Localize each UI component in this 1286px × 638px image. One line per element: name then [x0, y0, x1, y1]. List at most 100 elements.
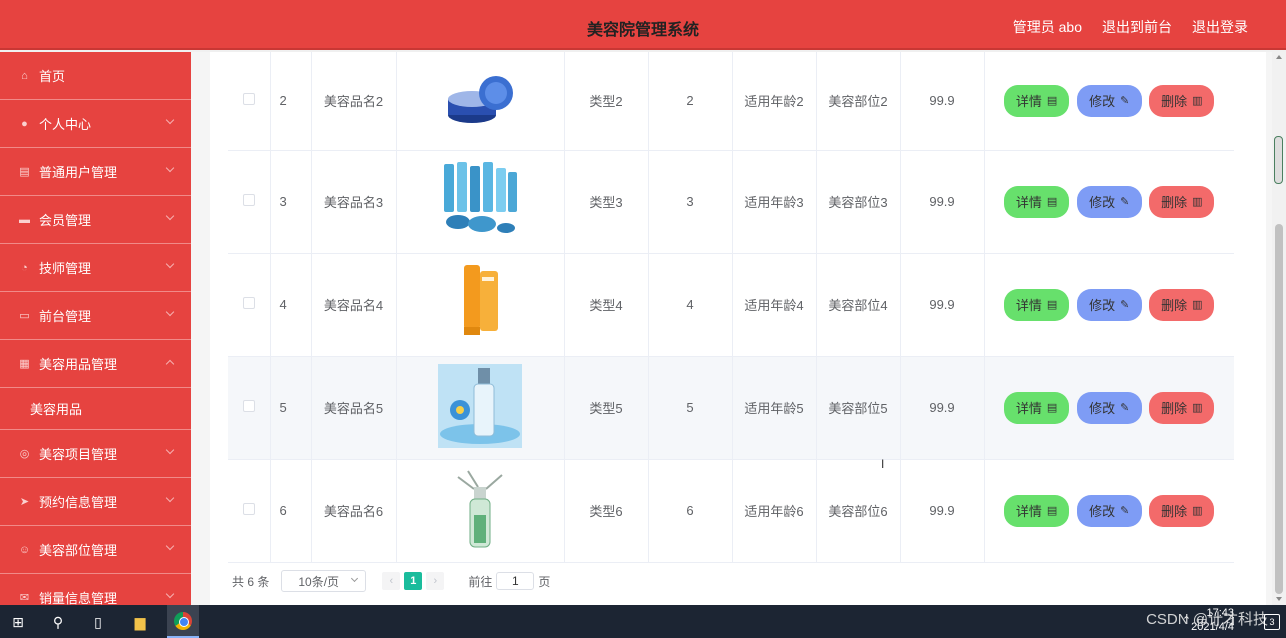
detail-button[interactable]: 详情 ▤ — [1004, 288, 1070, 321]
page-suffix: 页 — [538, 574, 551, 589]
chevron-down-icon — [165, 115, 175, 125]
clipboard-icon: ▤ — [19, 166, 30, 178]
cell-quantity: 5 — [648, 356, 733, 460]
sidebar-subitem-beauty-products[interactable]: 美容用品 — [0, 388, 191, 430]
sidebar-item-label: 美容部位管理 — [39, 543, 118, 558]
document-icon: ▤ — [1046, 299, 1058, 311]
cell-quantity: 3 — [648, 150, 733, 254]
table-row: 2 美容品名2 类型2 2 适用年龄2 美容部位2 99.9 详情 ▤ 修改 ✎… — [228, 52, 1234, 151]
row-checkbox[interactable] — [242, 400, 255, 412]
cell-id: 6 — [270, 459, 312, 563]
cell-id: 4 — [270, 253, 312, 357]
edit-button[interactable]: 修改 ✎ — [1076, 288, 1142, 321]
row-checkbox[interactable] — [242, 93, 255, 106]
product-image-tube — [438, 261, 522, 345]
detail-button[interactable]: 详情 ▤ — [1004, 84, 1070, 117]
sidebar-item-user-management[interactable]: ▤ 普通用户管理 — [0, 148, 191, 196]
cell-age: 适用年龄5 — [732, 356, 817, 460]
page-number-current[interactable]: 1 — [404, 572, 423, 590]
edit-button[interactable]: 修改 ✎ — [1076, 185, 1142, 218]
sidebar: ⌂ 首页 ● 个人中心 ▤ 普通用户管理 ▬ 会员管理 ◔ 技师管理 ▭ 前台管… — [0, 52, 191, 605]
os-taskbar: ⊞ ⚲ ▯ ▆ ⌃ ▭ ▯ ◁ 17:43 2021/4/4 CSDN @计才科… — [0, 605, 1286, 638]
task-view-icon[interactable]: ▯ — [88, 612, 108, 632]
pager-total: 共 6 条 — [232, 574, 270, 589]
detail-button[interactable]: 详情 ▤ — [1004, 391, 1070, 424]
edit-button[interactable]: 修改 ✎ — [1076, 84, 1142, 117]
product-image-serum — [438, 364, 522, 448]
scroll-up-icon[interactable] — [1276, 55, 1282, 59]
row-checkbox[interactable] — [242, 297, 255, 309]
edit-button[interactable]: 修改 ✎ — [1076, 391, 1142, 424]
home-icon: ⌂ — [21, 69, 28, 82]
scroll-grip — [1274, 136, 1283, 184]
product-image-set — [438, 158, 522, 242]
delete-button[interactable]: 删除 ▥ — [1149, 288, 1215, 321]
sidebar-subitem-label: 美容用品 — [30, 402, 83, 417]
detail-button[interactable]: 详情 ▤ — [1004, 185, 1070, 218]
cell-id: 3 — [270, 150, 312, 254]
prev-page-button[interactable]: ‹ — [382, 572, 401, 590]
sidebar-item-beauty-products-management[interactable]: ▦ 美容用品管理 — [0, 340, 191, 388]
page-scrollbar[interactable] — [1272, 52, 1286, 605]
page-size-value: 10条/页 — [298, 574, 340, 589]
chevron-down-icon — [165, 211, 175, 221]
goto-label: 前往 — [468, 574, 493, 589]
delete-button[interactable]: 删除 ▥ — [1149, 391, 1215, 424]
list-icon: ▦ — [19, 358, 30, 370]
trash-icon: ▥ — [1192, 402, 1203, 414]
notification-center-icon[interactable]: 3 — [1264, 614, 1280, 630]
sidebar-item-personal-center[interactable]: ● 个人中心 — [0, 100, 191, 148]
logout-link[interactable]: 退出登录 — [1192, 17, 1248, 37]
sidebar-item-label: 技师管理 — [39, 261, 92, 276]
scroll-down-icon[interactable] — [1276, 597, 1282, 601]
cell-body-part: 美容部位4 — [816, 253, 901, 357]
next-page-button[interactable]: › — [426, 572, 445, 590]
pagination: 共 6 条 10条/页 ‹ 1 › 前往 1 页 — [232, 564, 550, 598]
text-cursor-icon: I — [881, 457, 885, 471]
cell-body-part: 美容部位6 — [816, 459, 901, 563]
table-row: 4 美容品名4 类型4 4 适用年龄4 美容部位4 99.9 详情 ▤ 修改 ✎… — [228, 253, 1234, 357]
goto-page-input[interactable]: 1 — [496, 572, 535, 590]
cell-body-part: 美容部位5 — [816, 356, 901, 460]
briefcase-icon: ▬ — [19, 213, 30, 226]
page-size-select[interactable]: 10条/页 — [281, 570, 367, 592]
document-icon: ▤ — [1046, 402, 1058, 414]
windows-start-icon[interactable]: ⊞ — [8, 612, 28, 632]
mail-icon: ✉ — [19, 592, 30, 604]
trash-icon: ▥ — [1192, 196, 1203, 208]
cell-name: 美容品名3 — [311, 150, 397, 254]
cell-body-part: 美容部位2 — [816, 52, 901, 151]
scroll-thumb[interactable] — [1275, 224, 1283, 594]
file-explorer-icon[interactable]: ▆ — [130, 612, 150, 632]
sidebar-item-appointment-management[interactable]: ➤ 预约信息管理 — [0, 478, 191, 526]
cell-body-part: 美容部位3 — [816, 150, 901, 254]
admin-user-label[interactable]: 管理员 abo — [1013, 17, 1082, 37]
chrome-taskbar-button[interactable] — [167, 605, 199, 638]
sidebar-item-label: 美容项目管理 — [39, 447, 118, 462]
sidebar-item-home[interactable]: ⌂ 首页 — [0, 52, 191, 100]
chevron-down-icon — [165, 493, 175, 503]
row-checkbox[interactable] — [242, 194, 255, 206]
cell-type: 类型4 — [564, 253, 649, 357]
sidebar-item-member-management[interactable]: ▬ 会员管理 — [0, 196, 191, 244]
row-checkbox[interactable] — [242, 503, 255, 515]
edit-button[interactable]: 修改 ✎ — [1076, 494, 1142, 527]
sidebar-item-sales-management[interactable]: ✉ 销量信息管理 — [0, 574, 191, 605]
detail-button[interactable]: 详情 ▤ — [1004, 494, 1070, 527]
chevron-down-icon — [165, 445, 175, 455]
sidebar-item-body-part-management[interactable]: ☺ 美容部位管理 — [0, 526, 191, 574]
sidebar-item-label: 首页 — [39, 69, 66, 84]
back-to-front-link[interactable]: 退出到前台 — [1102, 17, 1172, 37]
delete-button[interactable]: 删除 ▥ — [1149, 84, 1215, 117]
sidebar-item-label: 销量信息管理 — [39, 591, 118, 605]
delete-button[interactable]: 删除 ▥ — [1149, 494, 1215, 527]
sidebar-item-beauty-projects-management[interactable]: ◎ 美容项目管理 — [0, 430, 191, 478]
sidebar-item-technician-management[interactable]: ◔ 技师管理 — [0, 244, 191, 292]
delete-button[interactable]: 删除 ▥ — [1149, 185, 1215, 218]
cell-name: 美容品名5 — [311, 356, 397, 460]
target-icon: ◎ — [19, 448, 30, 460]
cell-id: 5 — [270, 356, 312, 460]
search-icon[interactable]: ⚲ — [48, 612, 68, 632]
sidebar-item-front-desk-management[interactable]: ▭ 前台管理 — [0, 292, 191, 340]
products-table: 2 美容品名2 类型2 2 适用年龄2 美容部位2 99.9 详情 ▤ 修改 ✎… — [228, 52, 1234, 563]
